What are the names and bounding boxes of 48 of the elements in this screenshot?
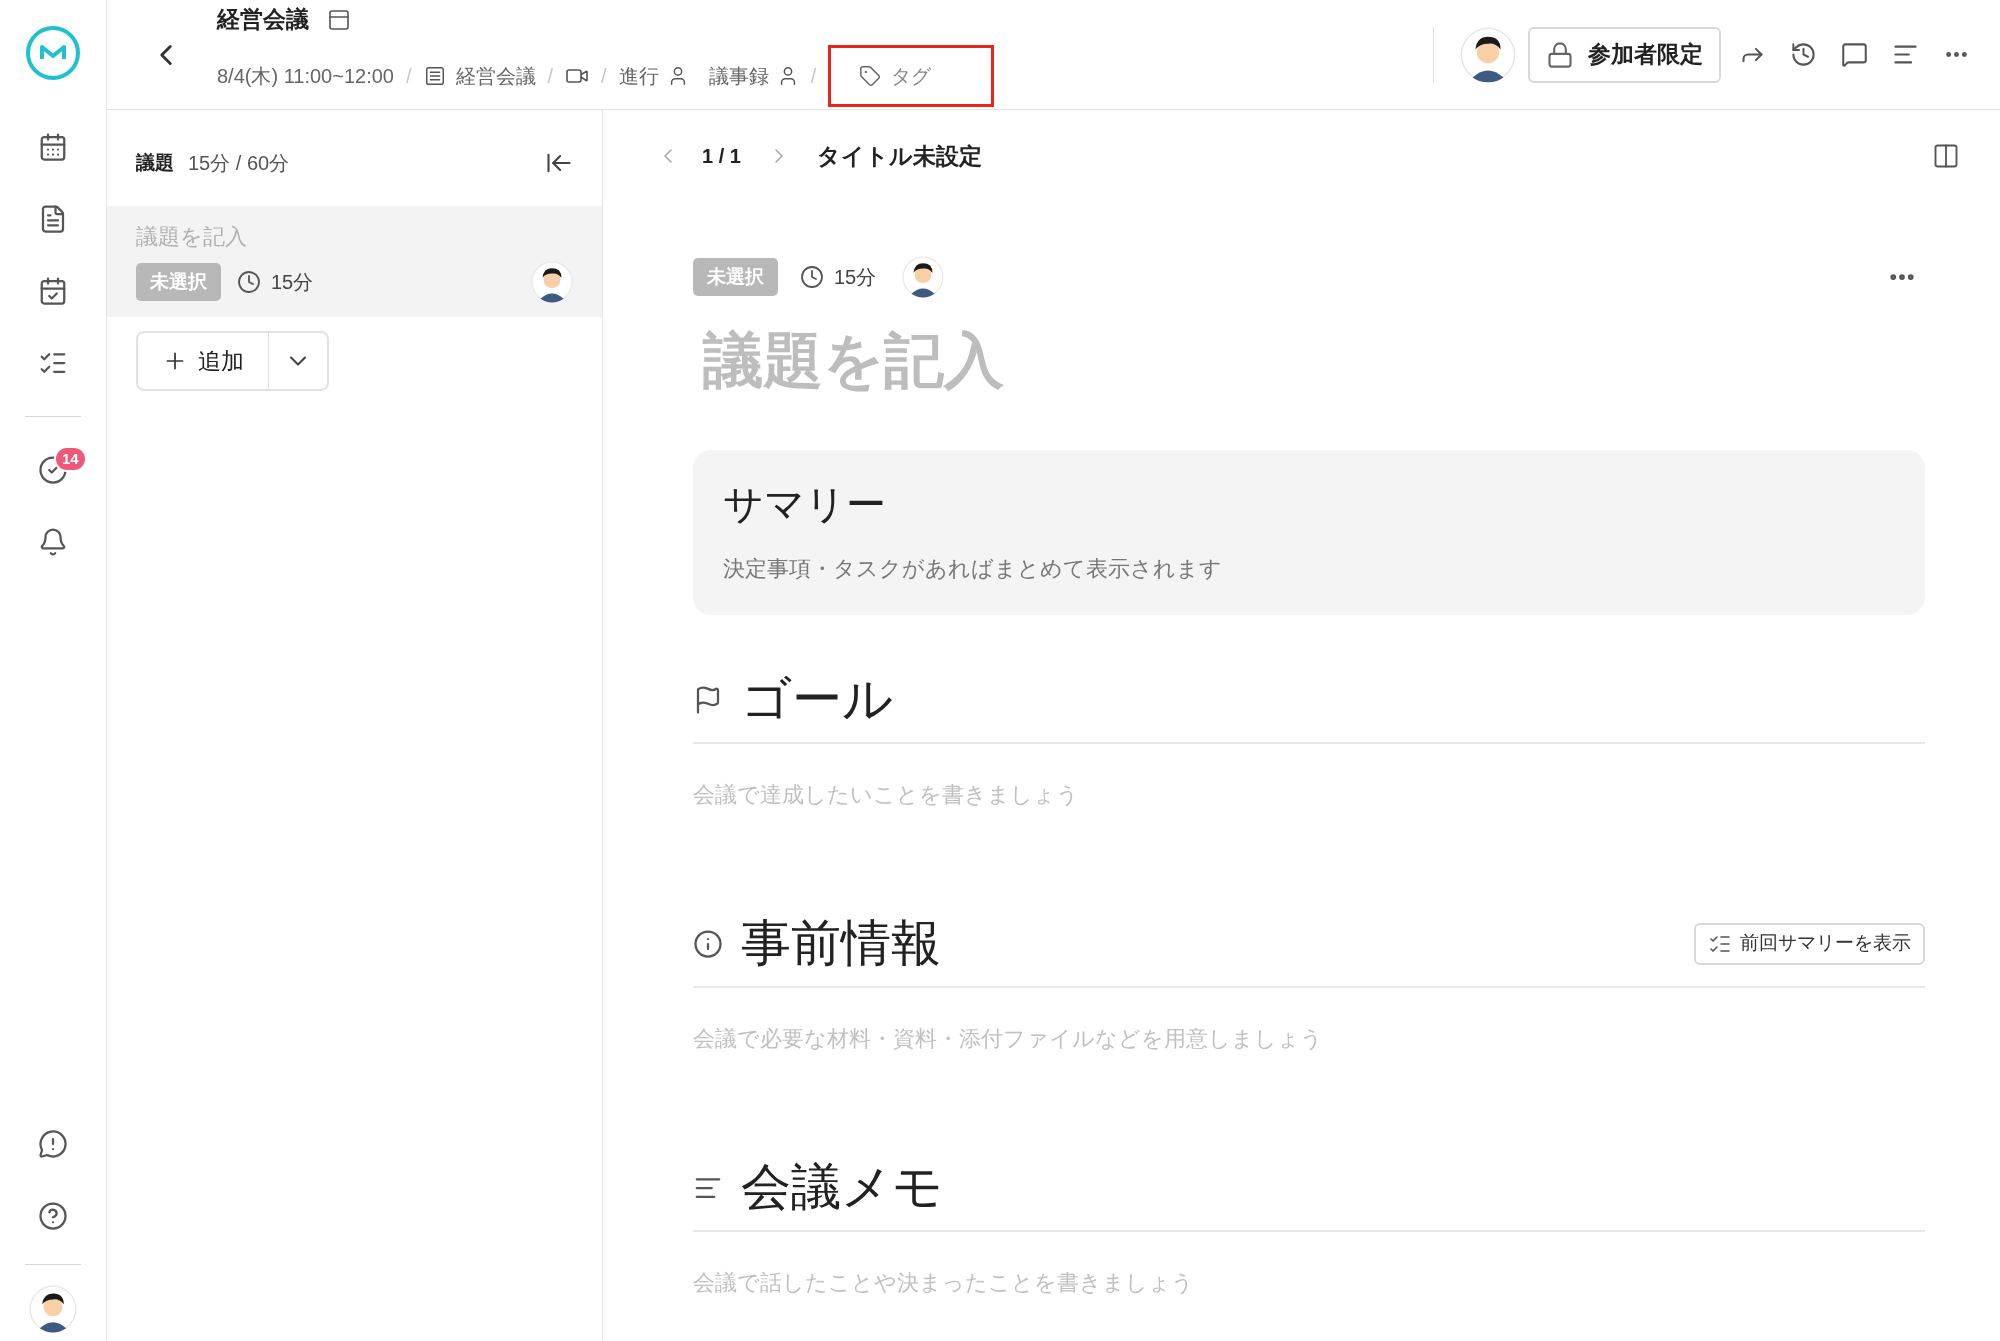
bell-icon[interactable] bbox=[38, 527, 68, 557]
breadcrumb-separator: / bbox=[810, 63, 817, 89]
breadcrumb-separator: / bbox=[601, 63, 607, 89]
calendar-icon[interactable] bbox=[38, 132, 68, 162]
section-title: 会議メモ bbox=[741, 1158, 943, 1217]
participant-avatar bbox=[1460, 26, 1516, 83]
previous-summary-button[interactable]: 前回サマリーを表示 bbox=[1694, 922, 1925, 965]
agenda-item[interactable]: 議題を記入 未選択 15分 bbox=[107, 206, 602, 317]
meeting-datetime: 8/4(木) 11:00~12:00 bbox=[217, 63, 394, 89]
history-icon[interactable] bbox=[1790, 41, 1817, 68]
help-icon[interactable] bbox=[38, 1201, 68, 1231]
duration-text: 15分 bbox=[271, 270, 314, 295]
breadcrumb-separator: / bbox=[406, 63, 412, 89]
lock-icon bbox=[1546, 40, 1574, 69]
section-title: 事前情報 bbox=[741, 914, 941, 973]
calendar-check-icon[interactable] bbox=[38, 276, 68, 306]
agenda-item-title: 議題を記入 bbox=[136, 223, 248, 251]
meeting-title: 経営会議 bbox=[217, 5, 309, 35]
page-title: タイトル未設定 bbox=[816, 141, 982, 171]
folder-icon bbox=[423, 64, 446, 87]
summary-title: サマリー bbox=[723, 481, 887, 528]
folder-link[interactable]: 経営会議 bbox=[455, 60, 536, 91]
comment-icon[interactable] bbox=[1841, 41, 1868, 68]
count-badge: 14 bbox=[54, 446, 87, 472]
facilitator-label: 進行 bbox=[618, 63, 659, 89]
calendar-info-icon[interactable] bbox=[327, 7, 351, 32]
add-split-button[interactable]: 追加 bbox=[136, 331, 329, 391]
page-position: 1 / 1 bbox=[702, 144, 741, 169]
section-title: ゴール bbox=[741, 670, 893, 729]
feedback-icon[interactable] bbox=[38, 1129, 68, 1159]
info-icon bbox=[693, 928, 723, 959]
summary-text: 決定事項・タスクがあればまとめて表示されます bbox=[723, 555, 1223, 583]
agenda-time: 15分 / 60分 bbox=[188, 151, 290, 176]
topic-title: 議題を記入 bbox=[703, 326, 1005, 396]
tag-field[interactable]: タグ bbox=[828, 44, 995, 107]
user-avatar bbox=[29, 1285, 77, 1333]
duration-text: 15分 bbox=[834, 265, 877, 290]
clock-icon bbox=[800, 265, 824, 289]
breadcrumb-separator: / bbox=[547, 63, 554, 89]
assignee-avatar bbox=[902, 256, 945, 298]
access-button[interactable]: 参加者限定 bbox=[1528, 26, 1721, 83]
assignee-avatar bbox=[531, 261, 573, 303]
split-view-icon[interactable] bbox=[1932, 142, 1960, 170]
minutes-label: 議事録 bbox=[708, 63, 769, 89]
tag-icon bbox=[859, 64, 882, 87]
clock-icon bbox=[237, 270, 261, 294]
add-button[interactable]: 追加 bbox=[138, 333, 268, 389]
agenda-label: 議題 bbox=[136, 150, 174, 175]
